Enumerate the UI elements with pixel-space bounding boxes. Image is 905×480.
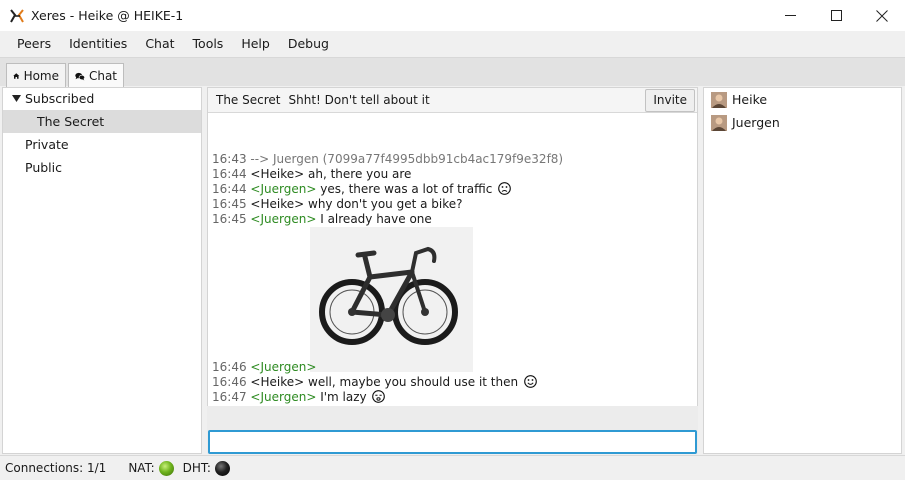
maximize-button[interactable] [813,0,859,31]
user-name: Heike [732,92,768,107]
message-nick: <Heike> [250,197,305,211]
room-name: The Secret [216,93,281,107]
message-time: 16:46 [212,360,247,374]
user-name: Juergen [732,115,780,130]
message-line: 16:44 <Juergen> yes, there was a lot of … [212,182,512,197]
dht-status-indicator [214,460,230,476]
message-time: 16:43 [212,152,247,166]
home-icon [13,72,20,79]
menu-debug[interactable]: Debug [279,31,338,57]
message-nick: <Juergen> [250,182,317,196]
message-line: 16:46 <Juergen> [212,360,316,375]
message-nick: <Juergen> [250,212,317,226]
message-line: 16:43 --> Juergen (7099a77f4995dbb91cb4a… [212,152,563,167]
menu-peers[interactable]: Peers [8,31,60,57]
compose-area [207,406,698,454]
tab-home[interactable]: Home [6,63,66,87]
message-text: why don't you get a bike? [308,197,463,211]
sleepy-face-icon [372,390,386,403]
smiling-face-icon [524,375,537,388]
nat-label: NAT: [128,461,155,475]
nat-status-indicator [158,460,174,476]
user-item-heike[interactable]: Heike [704,88,901,111]
menu-bar: Peers Identities Chat Tools Help Debug [0,31,905,57]
tab-chat-label: Chat [88,69,117,83]
room-tree: Subscribed The Secret Private Public [2,87,202,454]
menu-chat[interactable]: Chat [136,31,183,57]
message-nick: <Juergen> [250,360,317,374]
tree-subscribed-label: Subscribed [25,91,95,106]
message-time: 16:47 [212,390,247,404]
message-text: I already have one [320,212,432,226]
avatar-icon [711,91,727,108]
message-line: 16:45 <Heike> why don't you get a bike? [212,197,463,212]
worried-face-icon [498,182,512,195]
collapse-arrow-icon [12,95,21,102]
tree-subscribed[interactable]: Subscribed [3,87,201,110]
dht-label: DHT: [182,461,211,475]
maximize-icon [830,10,842,21]
user-list: Heike Juergen [703,87,902,454]
invite-button[interactable]: Invite [645,89,695,112]
message-nick: <Heike> [250,167,305,181]
tab-chat[interactable]: Chat [68,63,124,88]
chat-panel: The Secret Shht! Don't tell about it Inv… [207,87,698,407]
menu-tools[interactable]: Tools [184,31,233,57]
bike-image[interactable] [310,227,473,372]
tab-home-label: Home [23,68,59,83]
tree-public[interactable]: Public [3,156,201,179]
message-input[interactable] [208,430,697,454]
menu-help[interactable]: Help [232,31,279,57]
tab-bar: Home Chat [0,57,905,88]
close-button[interactable] [859,0,905,31]
user-item-juergen[interactable]: Juergen [704,111,901,134]
message-nick: <Juergen> [250,390,317,404]
chat-bubbles-icon [75,72,85,80]
tree-private[interactable]: Private [3,133,201,156]
tree-item-the-secret-label: The Secret [37,114,105,129]
close-icon [876,9,888,22]
message-text: ah, there you are [308,167,412,181]
message-text: --> Juergen (7099a77f4995dbb91cb4ac179f9… [250,152,564,166]
message-line: 16:44 <Heike> ah, there you are [212,167,411,182]
title-bar: Xeres - Heike @ HEIKE-1 [0,0,905,31]
minimize-button[interactable] [767,0,813,31]
status-bar: Connections: 1/1 NAT: DHT: [0,455,905,480]
room-topic-bar: The Secret Shht! Don't tell about it Inv… [208,88,697,113]
message-time: 16:45 [212,197,247,211]
message-line: 16:46 <Heike> well, maybe you should use… [212,375,537,390]
tree-public-label: Public [25,160,62,175]
message-time: 16:46 [212,375,247,389]
minimize-icon [784,15,796,16]
message-text: well, maybe you should use it then [308,375,519,389]
message-text: yes, there was a lot of traffic [320,182,493,196]
connections-count: Connections: 1/1 [5,461,107,475]
message-time: 16:45 [212,212,247,226]
message-nick: <Heike> [250,375,305,389]
message-time: 16:44 [212,167,247,181]
tree-item-the-secret[interactable]: The Secret [3,110,201,133]
xeres-logo-icon [10,8,24,22]
message-line: 16:47 <Juergen> I'm lazy [212,390,386,405]
message-text: I'm lazy [320,390,367,404]
avatar-icon [711,114,727,131]
message-line: 16:45 <Juergen> I already have one [212,212,432,227]
window-title: Xeres - Heike @ HEIKE-1 [31,8,184,23]
tree-private-label: Private [25,137,69,152]
message-time: 16:44 [212,182,247,196]
menu-identities[interactable]: Identities [60,31,136,57]
room-topic: Shht! Don't tell about it [288,93,430,107]
bicycle-icon [319,246,458,345]
